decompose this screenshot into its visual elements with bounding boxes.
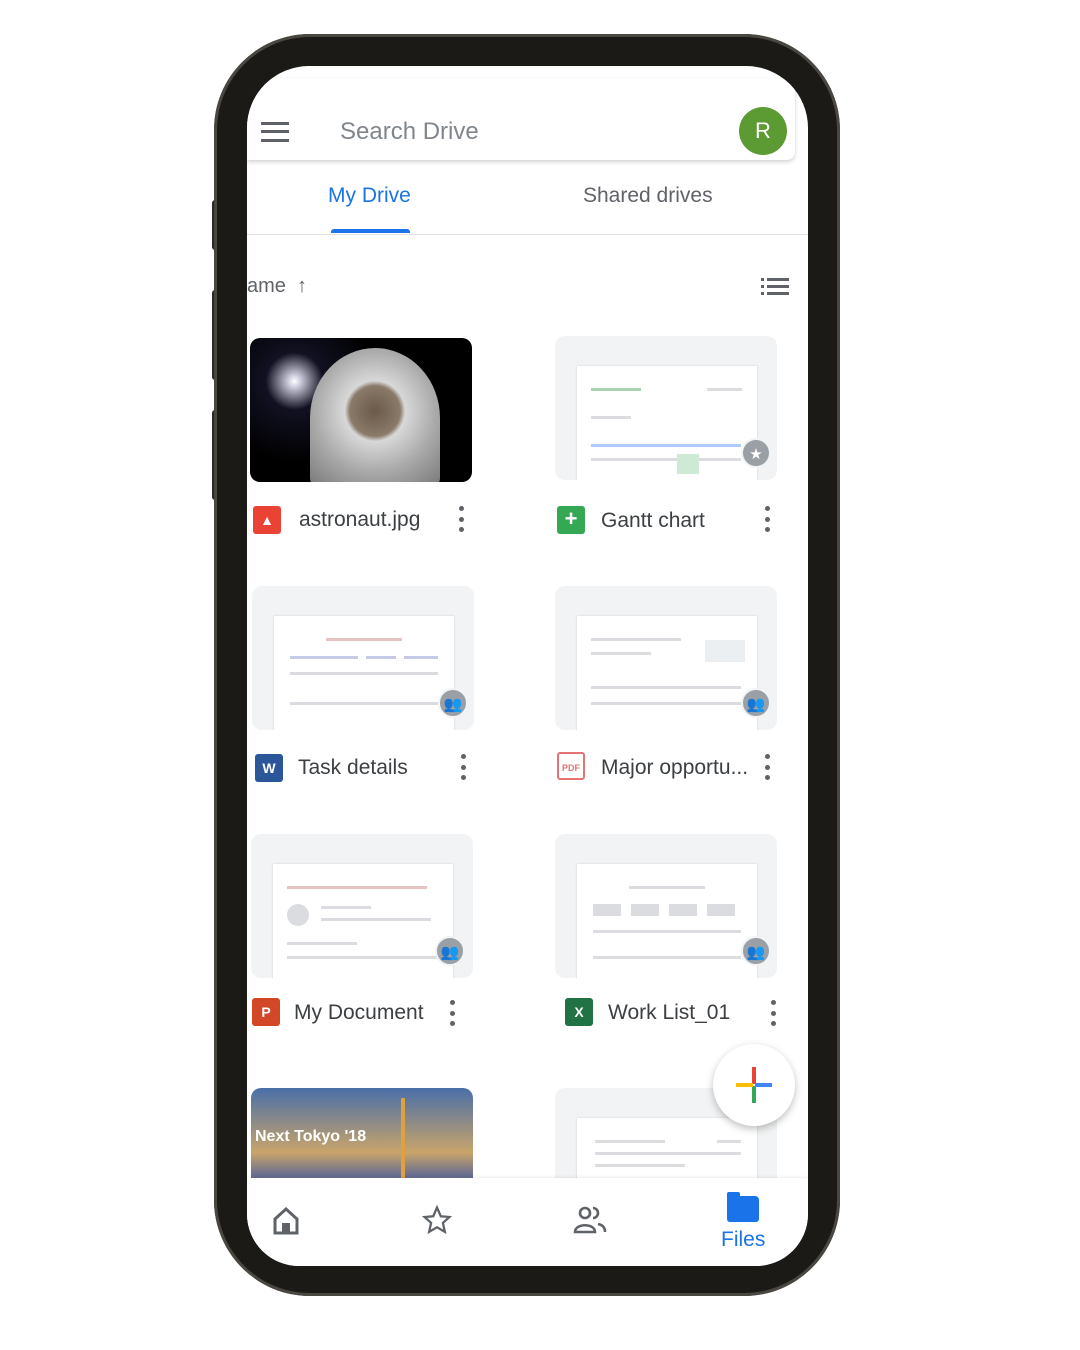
file-name[interactable]: My Document: [294, 1001, 424, 1025]
tab-my-drive[interactable]: My Drive: [328, 184, 411, 208]
more-options-icon[interactable]: [764, 754, 770, 780]
search-input[interactable]: Search Drive: [340, 118, 479, 146]
star-icon[interactable]: [422, 1205, 452, 1235]
shared-people-icon[interactable]: [573, 1206, 607, 1234]
word-icon: W: [255, 754, 283, 782]
arrow-up-icon: ↑: [297, 275, 308, 297]
folder-icon[interactable]: [727, 1192, 759, 1222]
file-name[interactable]: astronaut.jpg: [299, 508, 420, 532]
sort-button[interactable]: ame ↑: [247, 275, 307, 298]
sort-label: ame: [247, 275, 286, 297]
home-icon[interactable]: [272, 1206, 300, 1236]
file-thumbnail-gantt[interactable]: ★: [555, 336, 777, 480]
active-tab-indicator: [331, 229, 410, 233]
powerpoint-icon: P: [252, 998, 280, 1026]
more-options-icon[interactable]: [449, 1000, 455, 1026]
file-name[interactable]: Major opportu...: [601, 756, 748, 780]
starred-badge-icon: ★: [741, 438, 771, 468]
file-thumbnail-task-details[interactable]: 👥: [252, 586, 474, 730]
list-view-icon[interactable]: [761, 278, 789, 296]
plus-icon: [736, 1067, 772, 1103]
more-options-icon[interactable]: [770, 1000, 776, 1026]
file-thumbnail-my-document[interactable]: 👥: [251, 834, 473, 978]
shared-badge-icon: 👥: [741, 688, 771, 718]
file-name[interactable]: Task details: [298, 756, 408, 780]
pdf-icon: PDF: [557, 752, 585, 780]
nav-files-label[interactable]: Files: [721, 1228, 765, 1252]
avatar[interactable]: R: [739, 107, 787, 155]
file-thumbnail-astronaut[interactable]: [250, 338, 472, 482]
more-options-icon[interactable]: [764, 506, 770, 532]
tab-shared-drives[interactable]: Shared drives: [583, 184, 713, 208]
new-button[interactable]: [713, 1044, 795, 1126]
drive-screen: Search Drive R My Drive Shared drives am…: [247, 66, 808, 1266]
more-options-icon[interactable]: [458, 506, 464, 532]
astronaut-image: [310, 348, 440, 482]
file-name[interactable]: Work List_01: [608, 1001, 730, 1025]
bottom-nav: Files: [247, 1178, 808, 1266]
tower-image: [401, 1098, 405, 1188]
thumbnail-text: Next Tokyo '18: [255, 1128, 367, 1145]
divider: [247, 234, 808, 235]
more-options-icon[interactable]: [460, 754, 466, 780]
google-sheets-icon: +: [557, 506, 585, 534]
shared-badge-icon: 👥: [741, 936, 771, 966]
shared-badge-icon: 👥: [438, 688, 468, 718]
image-icon: ▲: [253, 506, 281, 534]
menu-icon[interactable]: [261, 122, 289, 142]
shared-badge-icon: 👥: [435, 936, 465, 966]
file-thumbnail-work-list[interactable]: 👥: [555, 834, 777, 978]
file-thumbnail-major-opportunity[interactable]: 👥: [555, 586, 777, 730]
excel-icon: X: [565, 998, 593, 1026]
file-name[interactable]: Gantt chart: [601, 509, 705, 533]
search-bar[interactable]: Search Drive R: [247, 78, 795, 160]
